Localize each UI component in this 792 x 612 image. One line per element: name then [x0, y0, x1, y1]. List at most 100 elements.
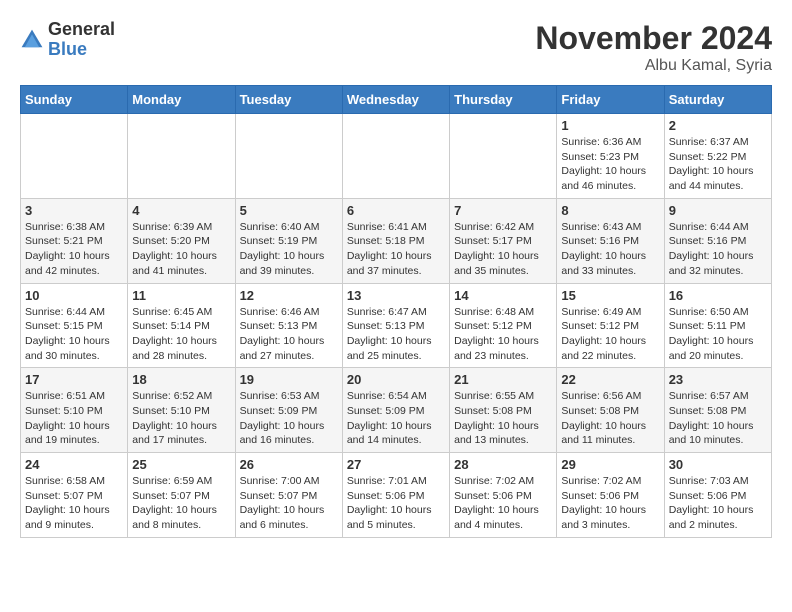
day-number: 23: [669, 372, 767, 387]
day-info: Sunrise: 7:03 AMSunset: 5:06 PMDaylight:…: [669, 474, 767, 533]
day-cell-3-4: 21 Sunrise: 6:55 AMSunset: 5:08 PMDayligh…: [450, 368, 557, 453]
calendar-body: 1 Sunrise: 6:36 AMSunset: 5:23 PMDaylight…: [21, 114, 772, 538]
day-number: 3: [25, 203, 123, 218]
day-cell-4-2: 26Sunrise: 7:00 AMSunset: 5:07 PMDayligh…: [235, 453, 342, 538]
day-cell-4-1: 25Sunrise: 6:59 AMSunset: 5:07 PMDayligh…: [128, 453, 235, 538]
day-number: 22: [561, 372, 659, 387]
day-number: 25: [132, 457, 230, 472]
day-number: 5: [240, 203, 338, 218]
header-wednesday: Wednesday: [342, 86, 449, 114]
day-info: Sunrise: 7:02 AMSunset: 5:06 PMDaylight:…: [454, 474, 552, 533]
day-info: Sunrise: 6:49 AMSunset: 5:12 PMDaylight:…: [561, 305, 659, 364]
day-number: 9: [669, 203, 767, 218]
day-cell-0-3: [342, 114, 449, 199]
day-cell-1-4: 7 Sunrise: 6:42 AMSunset: 5:17 PMDaylight…: [450, 198, 557, 283]
location: Albu Kamal, Syria: [535, 57, 772, 75]
logo-blue-text: Blue: [48, 40, 115, 60]
day-cell-2-2: 12Sunrise: 6:46 AMSunset: 5:13 PMDayligh…: [235, 283, 342, 368]
day-number: 26: [240, 457, 338, 472]
calendar-header: SundayMondayTuesdayWednesdayThursdayFrid…: [21, 86, 772, 114]
day-cell-0-0: [21, 114, 128, 199]
day-number: 4: [132, 203, 230, 218]
day-info: Sunrise: 6:50 AMSunset: 5:11 PMDaylight:…: [669, 305, 767, 364]
day-number: 10: [25, 288, 123, 303]
day-info: Sunrise: 6:44 AMSunset: 5:16 PMDaylight:…: [669, 220, 767, 279]
day-cell-0-1: [128, 114, 235, 199]
day-number: 30: [669, 457, 767, 472]
day-cell-3-1: 18 Sunrise: 6:52 AMSunset: 5:10 PMDayligh…: [128, 368, 235, 453]
day-cell-4-4: 28 Sunrise: 7:02 AMSunset: 5:06 PMDayligh…: [450, 453, 557, 538]
header-sunday: Sunday: [21, 86, 128, 114]
header-row: SundayMondayTuesdayWednesdayThursdayFrid…: [21, 86, 772, 114]
day-cell-3-2: 19 Sunrise: 6:53 AMSunset: 5:09 PMDayligh…: [235, 368, 342, 453]
day-number: 6: [347, 203, 445, 218]
day-number: 14: [454, 288, 552, 303]
day-cell-3-3: 20Sunrise: 6:54 AMSunset: 5:09 PMDayligh…: [342, 368, 449, 453]
day-info: Sunrise: 6:55 AMSunset: 5:08 PMDaylight:…: [454, 389, 552, 448]
calendar-table: SundayMondayTuesdayWednesdayThursdayFrid…: [20, 85, 772, 538]
day-info: Sunrise: 7:01 AMSunset: 5:06 PMDaylight:…: [347, 474, 445, 533]
day-info: Sunrise: 6:51 AMSunset: 5:10 PMDaylight:…: [25, 389, 123, 448]
day-info: Sunrise: 6:36 AMSunset: 5:23 PMDaylight:…: [561, 135, 659, 194]
day-cell-1-0: 3 Sunrise: 6:38 AMSunset: 5:21 PMDaylight…: [21, 198, 128, 283]
day-number: 29: [561, 457, 659, 472]
day-number: 1: [561, 118, 659, 133]
day-cell-3-0: 17Sunrise: 6:51 AMSunset: 5:10 PMDayligh…: [21, 368, 128, 453]
day-info: Sunrise: 6:38 AMSunset: 5:21 PMDaylight:…: [25, 220, 123, 279]
day-cell-0-2: [235, 114, 342, 199]
day-cell-0-6: 2Sunrise: 6:37 AMSunset: 5:22 PMDaylight…: [664, 114, 771, 199]
logo-text: General Blue: [48, 20, 115, 60]
day-cell-2-0: 10 Sunrise: 6:44 AMSunset: 5:15 PMDayligh…: [21, 283, 128, 368]
header-thursday: Thursday: [450, 86, 557, 114]
day-info: Sunrise: 6:57 AMSunset: 5:08 PMDaylight:…: [669, 389, 767, 448]
day-info: Sunrise: 6:56 AMSunset: 5:08 PMDaylight:…: [561, 389, 659, 448]
day-number: 8: [561, 203, 659, 218]
day-number: 12: [240, 288, 338, 303]
header-friday: Friday: [557, 86, 664, 114]
day-cell-3-6: 23 Sunrise: 6:57 AMSunset: 5:08 PMDayligh…: [664, 368, 771, 453]
day-info: Sunrise: 6:47 AMSunset: 5:13 PMDaylight:…: [347, 305, 445, 364]
day-cell-2-1: 11 Sunrise: 6:45 AMSunset: 5:14 PMDayligh…: [128, 283, 235, 368]
day-info: Sunrise: 6:42 AMSunset: 5:17 PMDaylight:…: [454, 220, 552, 279]
month-title: November 2024: [535, 20, 772, 57]
day-number: 21: [454, 372, 552, 387]
day-cell-1-3: 6Sunrise: 6:41 AMSunset: 5:18 PMDaylight…: [342, 198, 449, 283]
week-row-1: 1 Sunrise: 6:36 AMSunset: 5:23 PMDaylight…: [21, 114, 772, 199]
header-saturday: Saturday: [664, 86, 771, 114]
day-info: Sunrise: 6:39 AMSunset: 5:20 PMDaylight:…: [132, 220, 230, 279]
day-info: Sunrise: 6:44 AMSunset: 5:15 PMDaylight:…: [25, 305, 123, 364]
day-number: 11: [132, 288, 230, 303]
day-cell-2-4: 14 Sunrise: 6:48 AMSunset: 5:12 PMDayligh…: [450, 283, 557, 368]
day-info: Sunrise: 6:48 AMSunset: 5:12 PMDaylight:…: [454, 305, 552, 364]
day-cell-1-6: 9 Sunrise: 6:44 AMSunset: 5:16 PMDaylight…: [664, 198, 771, 283]
day-number: 28: [454, 457, 552, 472]
day-number: 15: [561, 288, 659, 303]
day-info: Sunrise: 6:45 AMSunset: 5:14 PMDaylight:…: [132, 305, 230, 364]
day-number: 19: [240, 372, 338, 387]
day-number: 7: [454, 203, 552, 218]
day-info: Sunrise: 6:52 AMSunset: 5:10 PMDaylight:…: [132, 389, 230, 448]
day-cell-1-2: 5 Sunrise: 6:40 AMSunset: 5:19 PMDaylight…: [235, 198, 342, 283]
day-info: Sunrise: 6:58 AMSunset: 5:07 PMDaylight:…: [25, 474, 123, 533]
day-cell-4-5: 29Sunrise: 7:02 AMSunset: 5:06 PMDayligh…: [557, 453, 664, 538]
header-tuesday: Tuesday: [235, 86, 342, 114]
header: General Blue November 2024 Albu Kamal, S…: [20, 20, 772, 75]
logo-general-text: General: [48, 20, 115, 40]
day-cell-4-3: 27 Sunrise: 7:01 AMSunset: 5:06 PMDayligh…: [342, 453, 449, 538]
week-row-2: 3 Sunrise: 6:38 AMSunset: 5:21 PMDaylight…: [21, 198, 772, 283]
day-cell-2-3: 13 Sunrise: 6:47 AMSunset: 5:13 PMDayligh…: [342, 283, 449, 368]
day-cell-4-0: 24Sunrise: 6:58 AMSunset: 5:07 PMDayligh…: [21, 453, 128, 538]
day-number: 13: [347, 288, 445, 303]
day-info: Sunrise: 6:53 AMSunset: 5:09 PMDaylight:…: [240, 389, 338, 448]
day-info: Sunrise: 6:40 AMSunset: 5:19 PMDaylight:…: [240, 220, 338, 279]
week-row-5: 24Sunrise: 6:58 AMSunset: 5:07 PMDayligh…: [21, 453, 772, 538]
header-monday: Monday: [128, 86, 235, 114]
day-info: Sunrise: 6:54 AMSunset: 5:09 PMDaylight:…: [347, 389, 445, 448]
day-number: 18: [132, 372, 230, 387]
day-cell-2-6: 16Sunrise: 6:50 AMSunset: 5:11 PMDayligh…: [664, 283, 771, 368]
week-row-4: 17Sunrise: 6:51 AMSunset: 5:10 PMDayligh…: [21, 368, 772, 453]
day-number: 27: [347, 457, 445, 472]
week-row-3: 10 Sunrise: 6:44 AMSunset: 5:15 PMDayligh…: [21, 283, 772, 368]
title-area: November 2024 Albu Kamal, Syria: [535, 20, 772, 75]
day-info: Sunrise: 6:43 AMSunset: 5:16 PMDaylight:…: [561, 220, 659, 279]
